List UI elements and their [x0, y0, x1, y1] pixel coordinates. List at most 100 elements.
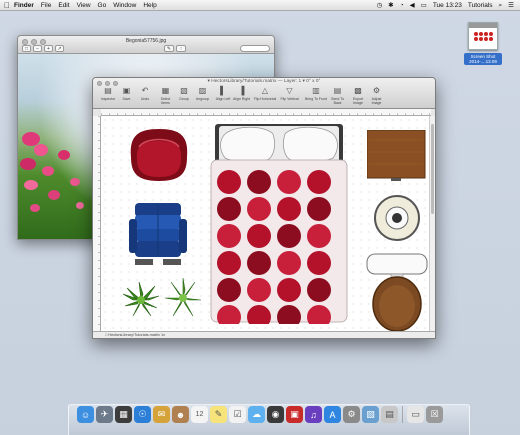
menu-window[interactable]: Window — [113, 0, 136, 11]
floorplan-app-icon[interactable]: ▤ — [381, 406, 398, 423]
menu-help[interactable]: Help — [143, 0, 156, 11]
horizontal-ruler — [101, 109, 431, 116]
vertical-scrollbar[interactable] — [429, 116, 435, 331]
round-stool-object[interactable] — [373, 194, 421, 242]
reminders-icon[interactable]: ☑ — [229, 406, 246, 423]
bluetooth-icon[interactable]: ✱ — [388, 0, 393, 11]
toolbar-label: Adjust Image — [371, 97, 382, 105]
mission-control-icon[interactable]: ▦ — [115, 406, 132, 423]
launchpad-icon[interactable]: ✈ — [96, 406, 113, 423]
status-bar: □ HectorsLibrary/Tutorials.matrix 1x — [93, 331, 435, 338]
notification-center-icon[interactable]: ☰ — [508, 0, 514, 11]
floorplan-canvas[interactable] — [101, 116, 429, 331]
duvet-dot — [277, 278, 301, 302]
duvet-dot — [307, 170, 331, 194]
system-preferences-icon[interactable]: ⚙ — [343, 406, 360, 423]
duvet-dot — [217, 170, 241, 194]
menu-finder[interactable]: Finder — [14, 0, 34, 11]
toolbar-ungroup-button[interactable]: ▨ Ungroup — [194, 85, 212, 101]
bed-object[interactable] — [207, 124, 351, 324]
plant-object[interactable] — [163, 278, 203, 318]
ungroup-icon: ▨ — [198, 86, 207, 95]
desktop-file-screenshot[interactable]: Screen Shot 2014-....13.09 — [464, 22, 502, 65]
edit-button[interactable]: ✎ — [164, 45, 174, 52]
contacts-icon[interactable]: ☻ — [172, 406, 189, 423]
battery-icon[interactable]: ▭ — [421, 0, 427, 11]
zoom-out-button[interactable]: − — [33, 45, 42, 52]
menu-view[interactable]: View — [77, 0, 91, 11]
itunes-icon[interactable]: ♫ — [305, 406, 322, 423]
toolbar-undo-button[interactable]: ↶ Undo — [136, 85, 154, 101]
toolbar-label: Select Items — [160, 97, 171, 105]
duvet-dot — [247, 224, 271, 248]
clock[interactable]: Tue 13:23 — [433, 0, 462, 11]
align-left-icon: ▌ — [220, 86, 226, 95]
duvet-dot — [247, 170, 271, 194]
time-machine-icon[interactable]: ◷ — [377, 0, 383, 11]
side-table-object[interactable] — [367, 130, 427, 182]
toolbar-buttons: ▤ Inspector ▣ Save ↶ Undo ▦ Select Items ▧ Group ▨… — [99, 85, 431, 105]
zoom-in-button[interactable]: + — [44, 45, 53, 52]
select-items-icon: ▦ — [161, 86, 170, 95]
rotate-button[interactable]: ↑ — [176, 45, 186, 52]
menu-file[interactable]: File — [41, 0, 51, 11]
toolbar-align-left-button[interactable]: ▌ Align Left — [214, 85, 232, 101]
trash-icon[interactable]: ☒ — [426, 406, 443, 423]
dock-separator — [402, 406, 403, 423]
calendar-icon[interactable]: 12 — [191, 406, 208, 423]
user-menu[interactable]: Tutorials — [468, 0, 493, 11]
adjust-image-icon: ⚙ — [372, 86, 381, 95]
preview-icon[interactable]: ▧ — [362, 406, 379, 423]
toolbar-label: Save — [122, 97, 131, 101]
photo-booth-icon[interactable]: ▣ — [286, 406, 303, 423]
toolbar-label: Bring To Front — [305, 97, 327, 101]
toolbar-select-items-button[interactable]: ▦ Select Items — [157, 85, 175, 105]
toolbar-align-right-button[interactable]: ▐ Align Right — [233, 85, 251, 101]
toolbar-send-to-back-button[interactable]: ▤ Send To Back — [329, 85, 347, 105]
documents-icon[interactable]: ▭ — [407, 406, 424, 423]
flip-vertical-icon: ▽ — [286, 86, 293, 95]
apple-menu-icon[interactable]:  — [0, 0, 14, 11]
sidebar-toggle-button[interactable]: □ — [22, 45, 31, 52]
toolbar-flip-horizontal-button[interactable]: △ Flip Horizontal — [253, 85, 277, 101]
finder-icon[interactable]: ☺ — [77, 406, 94, 423]
volume-icon[interactable]: ◀ — [410, 0, 415, 11]
facetime-icon[interactable]: ◉ — [267, 406, 284, 423]
share-button[interactable]: ↗ — [55, 45, 64, 52]
floorplan-window[interactable]: ▾ HectorsLibrary/Tutorials.matrix — Laye… — [92, 77, 436, 339]
duvet-dot — [217, 197, 241, 221]
toolbar-save-button[interactable]: ▣ Save — [118, 85, 136, 101]
duvet-dot — [217, 251, 241, 275]
undo-icon: ↶ — [141, 86, 149, 95]
mail-icon[interactable]: ✉ — [153, 406, 170, 423]
toolbar-bring-to-front-button[interactable]: ▥ Bring To Front — [304, 85, 328, 101]
sofa-object[interactable] — [127, 201, 187, 267]
duvet-dot — [307, 251, 331, 275]
menu-edit[interactable]: Edit — [58, 0, 69, 11]
bring-to-front-icon: ▥ — [312, 86, 320, 95]
plant-object[interactable] — [121, 280, 161, 320]
safari-icon[interactable]: ☉ — [134, 406, 151, 423]
status-menus: ◷ ✱ ◔ ◀ ▭ Tue 13:23 Tutorials ⌕ ☰ — [377, 0, 514, 11]
notes-icon[interactable]: ✎ — [210, 406, 227, 423]
toilet-object[interactable] — [365, 252, 429, 331]
toolbar-inspector-button[interactable]: ▤ Inspector — [99, 85, 117, 101]
app-store-icon[interactable]: A — [324, 406, 341, 423]
armchair-object[interactable] — [125, 125, 193, 185]
messages-icon[interactable]: ☁ — [248, 406, 265, 423]
duvet-dot — [277, 224, 301, 248]
toolbar-label: Align Right — [233, 97, 250, 101]
menu-go[interactable]: Go — [98, 0, 107, 11]
toolbar-export-image-button[interactable]: ▩ Export Image — [349, 85, 367, 105]
toolbar-adjust-image-button[interactable]: ⚙ Adjust Image — [368, 85, 386, 105]
photo-window-title: Begonia57756.jpg — [125, 38, 167, 44]
photo-window-titlebar[interactable]: Begonia57756.jpg □ − + ↗ ✎ ↑ — [18, 36, 274, 54]
toolbar-flip-vertical-button[interactable]: ▽ Flip Vertical — [278, 85, 302, 101]
spotlight-icon[interactable]: ⌕ — [499, 0, 503, 11]
toolbar-label: Group — [179, 97, 189, 101]
toolbar-group-button[interactable]: ▧ Group — [175, 85, 193, 101]
wifi-icon[interactable]: ◔ — [400, 0, 404, 11]
export-image-icon: ▩ — [354, 86, 362, 95]
floorplan-window-title: ▾ HectorsLibrary/Tutorials.matrix — Laye… — [207, 79, 321, 84]
search-input[interactable] — [240, 45, 270, 52]
